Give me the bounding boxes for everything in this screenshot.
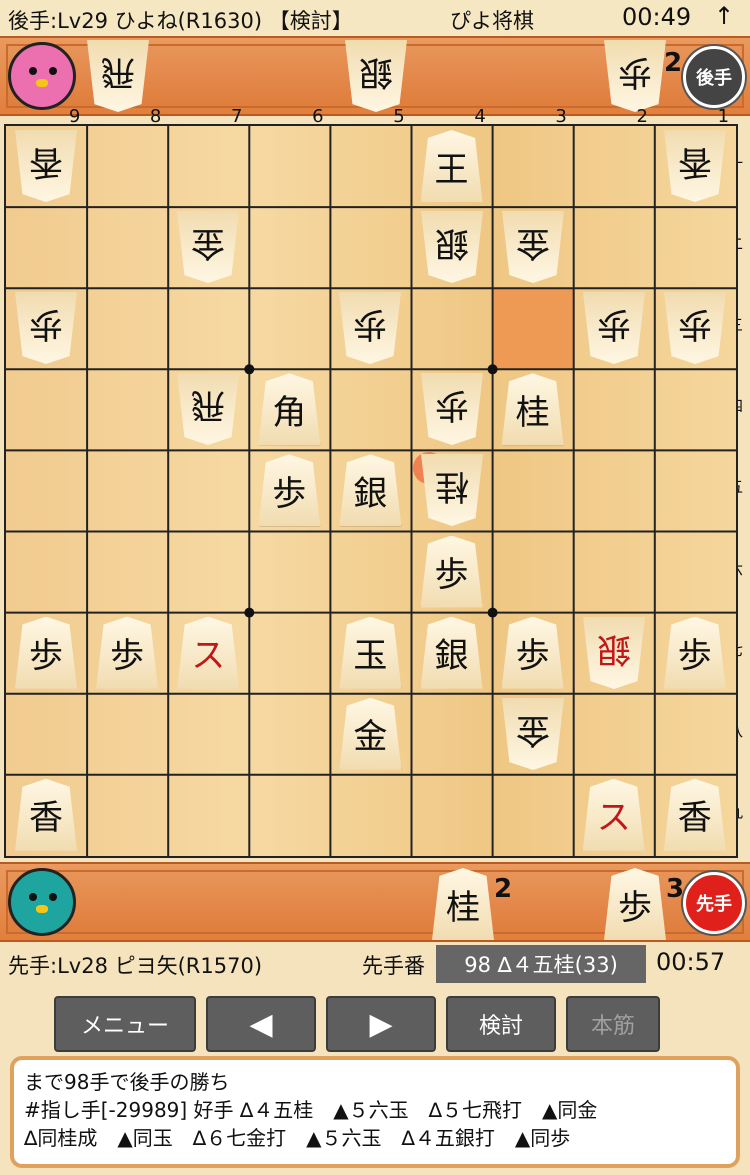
top-bar: 後手:Lv29 ひよね(R1630) 【検討】 ぴよ将棋 00:49 ↑	[0, 0, 750, 36]
board-piece-5-3[interactable]: 歩	[339, 292, 401, 364]
board-piece-5-8[interactable]: 金	[339, 697, 402, 770]
review-button[interactable]: 検討	[446, 996, 556, 1052]
flip-arrow-icon[interactable]: ↑	[714, 2, 734, 30]
board-piece-6-4[interactable]: 角	[258, 373, 321, 446]
board-piece-2-3[interactable]: 歩	[583, 292, 645, 364]
board-piece-6-5[interactable]: 歩	[258, 454, 321, 527]
sente-hand-knight[interactable]: 桂	[432, 868, 494, 940]
comment-box: まで98手で後手の勝ち #指し手[-29989] 好手 ∆４五桂 ▲５六玉 ∆５…	[10, 1056, 740, 1168]
sente-badge: 先手	[683, 872, 745, 934]
board-piece-4-2[interactable]: 銀	[421, 211, 483, 283]
board-piece-5-7[interactable]: 玉	[339, 616, 402, 689]
gote-hand-pawn[interactable]: 歩	[604, 40, 666, 112]
board-piece-9-7[interactable]: 歩	[15, 616, 77, 689]
board-piece-1-9[interactable]: 香	[663, 778, 726, 851]
board-piece-7-4[interactable]: 飛	[177, 373, 239, 445]
comment-line-2: #指し手[-29989] 好手 ∆４五桂 ▲５六玉 ∆５七飛打 ▲同金	[24, 1098, 598, 1122]
board-piece-2-9[interactable]: ス	[582, 778, 645, 851]
comment-line-3: ∆同桂成 ▲同玉 ∆６七金打 ▲５六玉 ∆４五銀打 ▲同歩	[24, 1126, 571, 1150]
comment-line-1: まで98手で後手の勝ち	[24, 1070, 230, 1094]
sente-player-info: 先手:Lv28 ピヨ矢(R1570)	[8, 954, 263, 978]
sente-hand-pawn[interactable]: 歩	[604, 868, 666, 940]
star-point	[244, 607, 255, 618]
gote-player-info: 後手:Lv29 ひよね(R1630) 【検討】	[8, 9, 353, 33]
sente-hand-area: 桂 2 歩 3 先手	[0, 862, 750, 942]
sente-knight-count: 2	[494, 874, 513, 904]
mainline-button[interactable]: 本筋	[566, 996, 660, 1052]
sente-avatar	[8, 868, 76, 936]
star-point	[244, 364, 255, 375]
board-piece-1-7[interactable]: 歩	[663, 616, 726, 689]
board-piece-9-1[interactable]: 香	[15, 130, 77, 202]
board-piece-3-4[interactable]: 桂	[501, 373, 564, 446]
board-piece-7-2[interactable]: 金	[177, 211, 239, 283]
board-piece-4-6[interactable]: 歩	[420, 535, 483, 608]
board-piece-5-5[interactable]: 銀	[339, 454, 402, 527]
board-piece-9-3[interactable]: 歩	[15, 292, 77, 364]
board-piece-2-7[interactable]: 銀	[583, 617, 645, 689]
sente-pawn-count: 3	[666, 874, 685, 904]
board-piece-7-7[interactable]: ス	[177, 616, 240, 689]
board-piece-1-1[interactable]: 香	[664, 130, 726, 202]
board-piece-3-8[interactable]: 金	[502, 698, 564, 770]
board-piece-4-4[interactable]: 歩	[421, 373, 483, 445]
star-point	[487, 607, 498, 618]
gote-hand-rook[interactable]: 飛	[87, 40, 149, 112]
gote-badge: 後手	[683, 46, 745, 108]
shogi-board[interactable]: 香王香金銀金歩歩歩歩飛角歩桂歩銀桂歩歩歩ス玉銀歩銀歩金金香ス香	[4, 124, 738, 858]
last-move-display[interactable]: 98 ∆４五桂(33)	[436, 945, 646, 983]
board-piece-4-1[interactable]: 王	[420, 130, 483, 202]
gote-avatar	[8, 42, 76, 110]
gote-hand-silver[interactable]: 銀	[345, 40, 407, 112]
board-piece-9-9[interactable]: 香	[15, 778, 77, 851]
board-piece-4-5[interactable]: 桂	[421, 454, 483, 526]
star-point	[487, 364, 498, 375]
turn-indicator: 先手番	[362, 954, 425, 978]
prev-button[interactable]: ◀	[206, 996, 316, 1052]
sente-clock: 00:57	[656, 948, 726, 976]
app-title: ぴよ将棋	[450, 9, 534, 33]
gote-hand-area: 飛 銀 歩 2 後手	[0, 36, 750, 116]
info-bar: 先手:Lv28 ピヨ矢(R1570) 先手番 98 ∆４五桂(33) 00:57	[0, 940, 750, 988]
gote-pawn-count: 2	[664, 48, 683, 78]
menu-button[interactable]: メニュー	[54, 996, 196, 1052]
board-piece-1-3[interactable]: 歩	[664, 292, 726, 364]
board-piece-8-7[interactable]: 歩	[96, 616, 159, 689]
board-piece-4-7[interactable]: 銀	[420, 616, 483, 689]
board-piece-3-7[interactable]: 歩	[501, 616, 564, 689]
gote-clock: 00:49	[622, 3, 692, 31]
board-piece-3-2[interactable]: 金	[502, 211, 564, 283]
next-button[interactable]: ▶	[326, 996, 436, 1052]
